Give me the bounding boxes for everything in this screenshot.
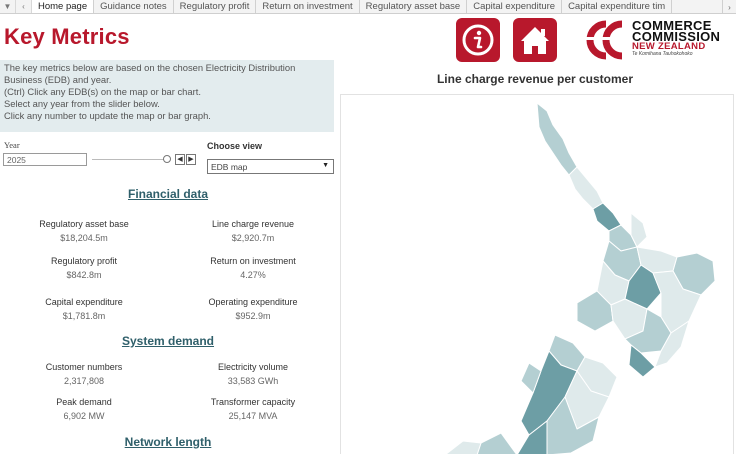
metric-label: Regulatory asset base (39, 219, 129, 229)
metric-label: Customer numbers (45, 362, 123, 372)
edb-map (445, 102, 716, 454)
metric-label: Electricity volume (217, 362, 289, 372)
network-length-heading: Network length (124, 435, 212, 449)
commerce-commission-logo: COMMERCE COMMISSION NEW ZEALAND Te Komih… (584, 19, 730, 62)
logo-line-3: NEW ZEALAND (632, 41, 706, 52)
metric-label: Line charge revenue (211, 219, 295, 229)
tab-regulatory-profit[interactable]: Regulatory profit (174, 0, 257, 13)
metric-label: Capital expenditure (45, 297, 123, 307)
metric-return-on-investment[interactable]: Return on investment 4.27% (178, 255, 328, 281)
logo-line-4: Te Komihana Tauhokohoko (632, 51, 693, 57)
page-title: Key Metrics (4, 24, 130, 49)
metric-regulatory-profit[interactable]: Regulatory profit $842.8m (9, 255, 159, 281)
metric-value[interactable]: 2,317,808 (9, 375, 159, 387)
dropdown-arrow-icon[interactable]: ▼ (0, 0, 16, 13)
instruction-line: Business (EDB) and year. (4, 74, 112, 85)
metric-label: Regulatory profit (50, 256, 118, 266)
scroll-left-icon[interactable]: ‹ (16, 0, 32, 13)
choose-view-label: Choose view (207, 141, 263, 151)
metric-value[interactable]: 33,583 GWh (178, 375, 328, 387)
tab-return-on-investment[interactable]: Return on investment (256, 0, 360, 13)
edb-map-panel (340, 94, 734, 454)
view-select-value: EDB map (211, 162, 248, 172)
financial-heading: Financial data (127, 187, 209, 201)
scroll-right-icon[interactable]: › (722, 0, 736, 13)
metric-value[interactable]: $1,781.8m (9, 310, 159, 322)
instruction-line: Select any year from the slider below. (4, 98, 160, 109)
metric-value[interactable]: $842.8m (9, 269, 159, 281)
metric-transformer-capacity[interactable]: Transformer capacity 25,147 MVA (178, 396, 328, 422)
metric-value[interactable]: 25,147 MVA (178, 410, 328, 422)
map-title: Line charge revenue per customer (436, 72, 634, 86)
map-region-otago (476, 432, 517, 454)
metric-label: Transformer capacity (210, 397, 296, 407)
tab-regulatory-asset-base[interactable]: Regulatory asset base (360, 0, 468, 13)
metric-customer-numbers[interactable]: Customer numbers 2,317,808 (9, 361, 159, 387)
map-region-southland-edge (445, 440, 482, 454)
instruction-line: (Ctrl) Click any EDB(s) on the map or ba… (4, 86, 201, 97)
metric-capital-expenditure[interactable]: Capital expenditure $1,781.8m (9, 296, 159, 322)
metric-electricity-volume[interactable]: Electricity volume 33,583 GWh (178, 361, 328, 387)
info-icon (462, 24, 494, 56)
metric-value[interactable]: 4.27% (178, 269, 328, 281)
chevron-down-icon: ▼ (322, 162, 329, 169)
logo-icon (584, 20, 630, 60)
map-region-northland (568, 166, 604, 210)
metric-value[interactable]: $952.9m (178, 310, 328, 322)
year-input[interactable]: 2025 (3, 153, 87, 166)
tab-strip: ▼ ‹ Home page Guidance notes Regulatory … (0, 0, 736, 14)
tab-capital-expenditure[interactable]: Capital expenditure (467, 0, 563, 13)
instruction-line: Click any number to update the map or ba… (4, 110, 211, 121)
tab-guidance-notes[interactable]: Guidance notes (94, 0, 174, 13)
metric-value[interactable]: 6,902 MW (9, 410, 159, 422)
step-forward-icon[interactable]: ▶ (186, 154, 196, 165)
map-region-far-north (536, 102, 578, 176)
info-button[interactable] (456, 18, 500, 62)
metric-value[interactable]: $18,204.5m (9, 232, 159, 244)
view-select[interactable]: EDB map ▼ (207, 159, 334, 174)
metric-peak-demand[interactable]: Peak demand 6,902 MW (9, 396, 159, 422)
year-label: Year (4, 140, 20, 150)
metric-label: Peak demand (56, 397, 112, 407)
home-button[interactable] (513, 18, 557, 62)
system-demand-heading: System demand (121, 334, 215, 348)
metric-value[interactable]: $2,920.7m (178, 232, 328, 244)
metric-label: Operating expenditure (208, 297, 298, 307)
metric-label: Return on investment (210, 256, 296, 266)
metric-operating-expenditure[interactable]: Operating expenditure $952.9m (178, 296, 328, 322)
tab-capital-expenditure-timing[interactable]: Capital expenditure tim (562, 0, 673, 13)
year-slider-track[interactable] (92, 159, 168, 160)
instruction-line: The key metrics below are based on the c… (4, 62, 296, 73)
tab-home-page[interactable]: Home page (32, 0, 95, 13)
metric-regulatory-asset-base[interactable]: Regulatory asset base $18,204.5m (9, 218, 159, 244)
year-slider-thumb[interactable] (163, 155, 171, 163)
step-back-icon[interactable]: ◀ (175, 154, 185, 165)
metric-line-charge-revenue[interactable]: Line charge revenue $2,920.7m (178, 218, 328, 244)
dashboard: ▼ ‹ Home page Guidance notes Regulatory … (0, 0, 736, 454)
home-icon (521, 27, 549, 54)
instructions-box: The key metrics below are based on the c… (0, 60, 334, 132)
